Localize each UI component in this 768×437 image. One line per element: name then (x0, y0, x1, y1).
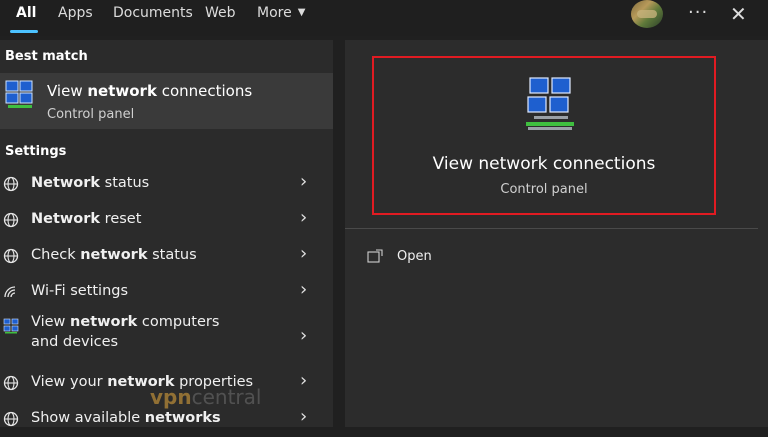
settings-header: Settings (5, 144, 67, 159)
wifi-icon (4, 286, 16, 298)
chevron-right-icon: › (300, 406, 308, 427)
globe-network-icon (3, 411, 19, 427)
best-match-title-bold: network (87, 82, 157, 100)
tab-all[interactable]: All (16, 5, 36, 21)
chevron-down-icon: ▼ (297, 7, 306, 18)
settings-item-check-network-status[interactable]: Check network status › (0, 240, 333, 274)
globe-network-icon (3, 248, 19, 264)
chevron-right-icon: › (300, 171, 308, 192)
settings-item-label: Wi-Fi settings (31, 283, 128, 299)
network-connections-icon (526, 77, 574, 130)
tab-apps[interactable]: Apps (58, 5, 93, 21)
tab-documents[interactable]: Documents (113, 5, 193, 21)
label-part: Wi-Fi settings (31, 283, 129, 299)
label-part: status (100, 175, 150, 191)
settings-item-wifi-settings[interactable]: Wi-Fi settings › (0, 276, 333, 310)
active-tab-indicator (10, 30, 38, 33)
globe-network-icon (3, 176, 19, 192)
best-match-title: View network connections (47, 82, 252, 100)
label-part: View (31, 314, 71, 330)
chevron-right-icon: › (300, 325, 308, 346)
network-connections-icon (5, 80, 33, 108)
settings-item-label: View network computers and devices (31, 312, 251, 352)
search-top-bar: All Apps Documents Web More ▼ ··· ✕ (0, 0, 768, 36)
label-part: reset (100, 211, 142, 227)
watermark-vpn: vpn (150, 385, 192, 409)
settings-item-label: Check network status (31, 247, 197, 263)
watermark-central: central (191, 385, 262, 409)
label-bold: networks (144, 410, 221, 426)
settings-item-label: Network reset (31, 211, 141, 227)
label-part: View your (31, 374, 108, 390)
best-match-subtitle: Control panel (47, 107, 135, 122)
label-bold: network (80, 247, 148, 263)
chevron-right-icon: › (300, 279, 308, 300)
divider (345, 228, 758, 229)
open-label: Open (397, 249, 432, 264)
preview-title: View network connections (432, 154, 656, 174)
tab-web[interactable]: Web (205, 5, 236, 21)
label-bold: Network (31, 211, 101, 227)
label-part: status (147, 247, 197, 263)
chevron-right-icon: › (300, 207, 308, 228)
settings-item-view-network-computers[interactable]: View network computers and devices › (0, 312, 333, 356)
settings-item-label: Show available networks (31, 410, 221, 426)
label-bold: network (70, 314, 138, 330)
best-match-title-suffix: connections (156, 82, 253, 100)
results-pane: Best match View network connections Cont… (0, 40, 333, 427)
open-window-icon (367, 249, 383, 263)
label-bold: Network (31, 175, 101, 191)
avatar[interactable] (631, 0, 663, 28)
preview-card: View network connections Control panel (372, 56, 716, 215)
settings-item-network-status[interactable]: Network status › (0, 168, 333, 202)
more-options-icon[interactable]: ··· (688, 2, 708, 23)
close-icon[interactable]: ✕ (730, 2, 747, 26)
settings-item-network-reset[interactable]: Network reset › (0, 204, 333, 238)
label-part: Show available (31, 410, 145, 426)
preview-subtitle: Control panel (500, 182, 588, 197)
best-match-header: Best match (5, 49, 88, 64)
settings-item-label: Network status (31, 175, 149, 191)
globe-network-icon (3, 375, 19, 391)
network-computers-icon (3, 318, 19, 334)
tab-more[interactable]: More ▼ (257, 5, 305, 21)
chevron-right-icon: › (300, 243, 308, 264)
watermark: vpncentral (150, 385, 261, 409)
label-part: Check (31, 247, 81, 263)
best-match-item[interactable]: View network connections Control panel (0, 73, 333, 129)
tab-more-label: More (257, 5, 292, 21)
best-match-title-prefix: View (47, 82, 88, 100)
globe-network-icon (3, 212, 19, 228)
chevron-right-icon: › (300, 370, 308, 391)
open-action[interactable]: Open (367, 245, 487, 269)
